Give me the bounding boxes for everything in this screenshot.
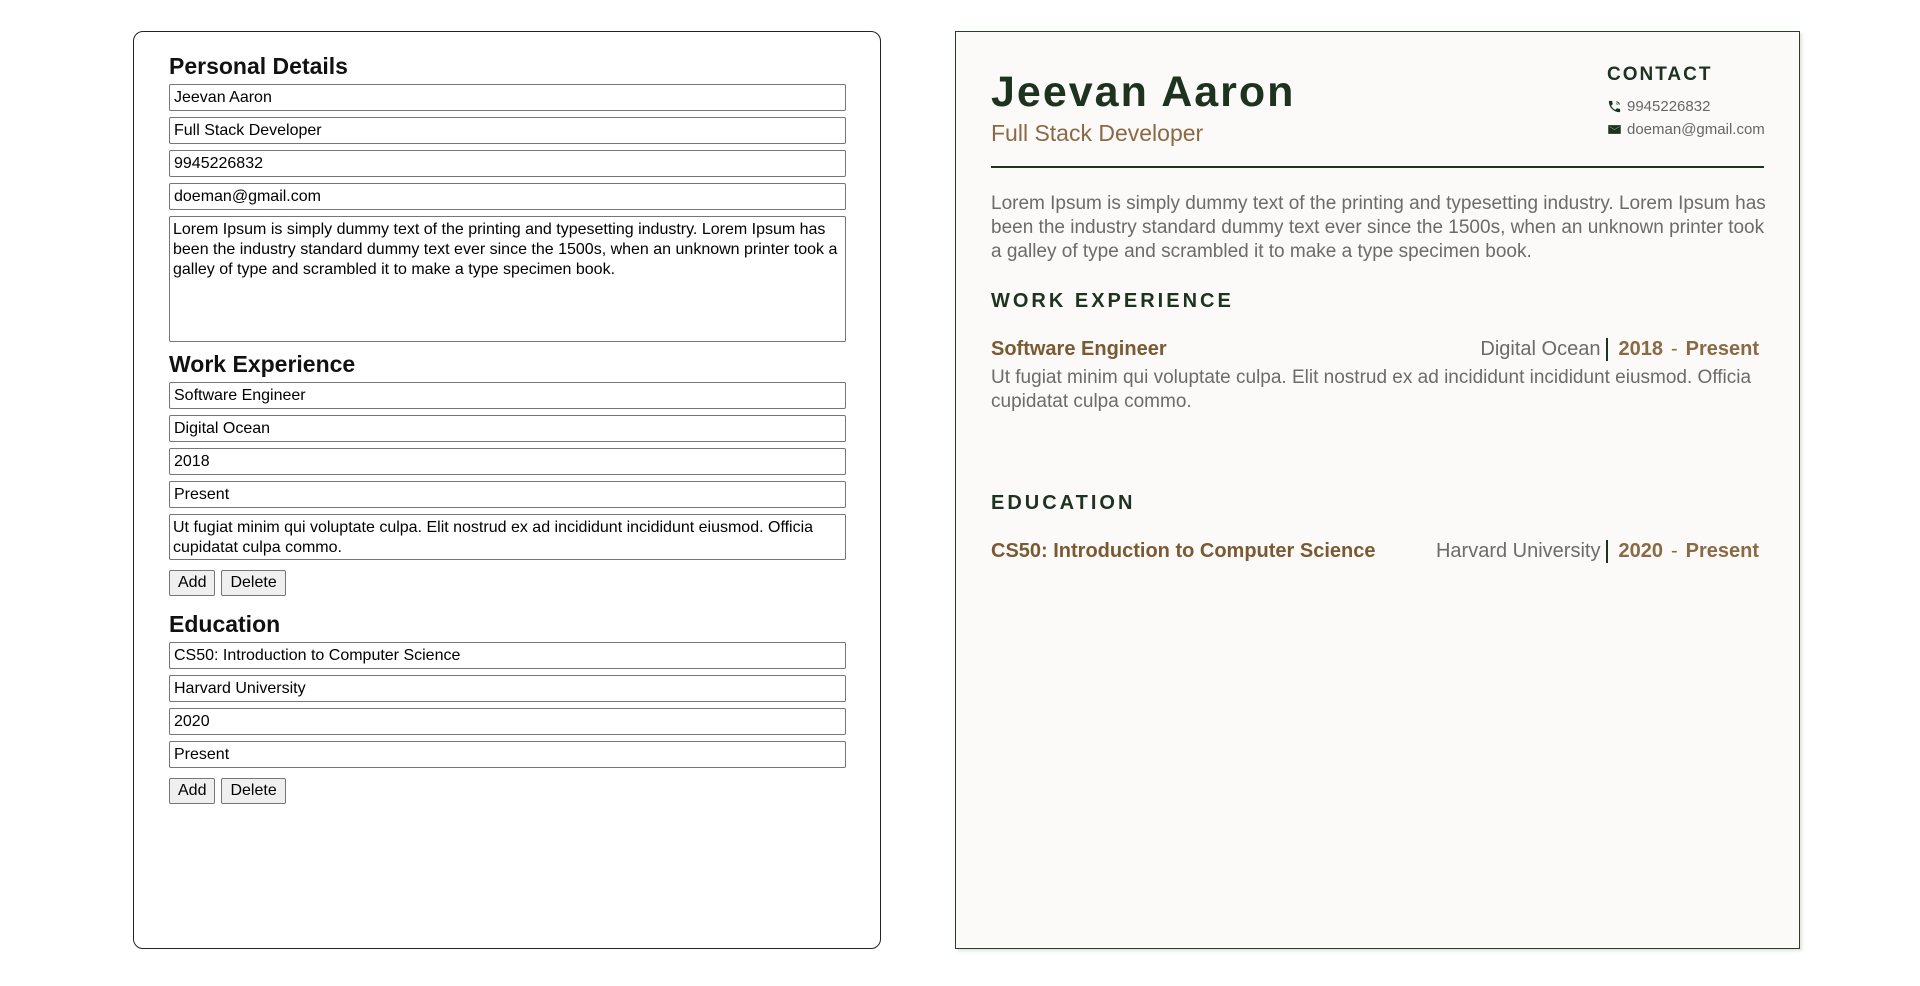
- education-entry-separator: -: [1670, 540, 1678, 562]
- education-entry-end: Present: [1685, 540, 1759, 562]
- education-entry-meta: Harvard University 2020 - Present: [1436, 540, 1759, 563]
- phone-icon: [1608, 100, 1621, 113]
- work-delete-button[interactable]: Delete: [221, 570, 286, 596]
- work-entry-end: Present: [1685, 338, 1759, 360]
- education-actions: Add Delete: [169, 778, 846, 804]
- work-entry-company: Digital Ocean: [1480, 338, 1609, 361]
- education-institution-input[interactable]: [169, 675, 846, 702]
- job-title-input[interactable]: [169, 117, 846, 144]
- email-input[interactable]: [169, 183, 846, 210]
- education-end-input[interactable]: [169, 741, 846, 768]
- resume-summary: Lorem Ipsum is simply dummy text of the …: [991, 193, 1766, 262]
- work-experience-heading: Work Experience: [169, 351, 356, 377]
- form-content: Personal Details Lorem Ipsum is simply d…: [169, 50, 846, 816]
- header-divider: [991, 166, 1764, 168]
- resume-job-title: Full Stack Developer: [991, 120, 1204, 146]
- education-entry-start: 2020: [1618, 540, 1663, 562]
- personal-details-heading: Personal Details: [169, 53, 348, 79]
- work-entry-description: Ut fugiat minim qui voluptate culpa. Eli…: [991, 367, 1752, 412]
- contact-phone: 9945226832: [1607, 95, 1787, 118]
- resume-name: Jeevan Aaron: [991, 68, 1296, 116]
- education-delete-button[interactable]: Delete: [221, 778, 286, 804]
- education-heading: Education: [169, 611, 281, 637]
- work-company-input[interactable]: [169, 415, 846, 442]
- work-description-textarea[interactable]: Ut fugiat minim qui voluptate culpa. Eli…: [169, 514, 846, 560]
- work-entry-role: Software Engineer: [991, 338, 1167, 360]
- resume-editor-form: Personal Details Lorem Ipsum is simply d…: [133, 31, 881, 949]
- work-entry-start: 2018: [1618, 338, 1663, 360]
- education-entry-header: CS50: Introduction to Computer Science H…: [991, 540, 1759, 563]
- contact-email: doeman@gmail.com: [1607, 118, 1787, 141]
- contact-email-text: doeman@gmail.com: [1627, 121, 1765, 138]
- work-experience-section-heading: WORK EXPERIENCE: [991, 290, 1234, 312]
- work-actions: Add Delete: [169, 570, 846, 596]
- education-start-input[interactable]: [169, 708, 846, 735]
- work-end-input[interactable]: [169, 481, 846, 508]
- work-entry-separator: -: [1670, 338, 1678, 360]
- contact-phone-text: 9945226832: [1627, 98, 1711, 115]
- resume-contact: CONTACT 9945226832 doeman@gmail.com: [1607, 64, 1787, 141]
- education-section-heading: EDUCATION: [991, 492, 1136, 514]
- resume-preview: Jeevan Aaron Full Stack Developer CONTAC…: [955, 31, 1800, 949]
- work-entry-meta: Digital Ocean 2018 - Present: [1480, 338, 1759, 361]
- name-input[interactable]: [169, 84, 846, 111]
- summary-textarea[interactable]: Lorem Ipsum is simply dummy text of the …: [169, 216, 846, 342]
- phone-input[interactable]: [169, 150, 846, 177]
- education-add-button[interactable]: Add: [169, 778, 216, 804]
- education-entry-course: CS50: Introduction to Computer Science: [991, 540, 1376, 562]
- mail-icon: [1608, 125, 1621, 134]
- education-course-input[interactable]: [169, 642, 846, 669]
- work-start-input[interactable]: [169, 448, 846, 475]
- work-add-button[interactable]: Add: [169, 570, 216, 596]
- work-entry-header: Software Engineer Digital Ocean 2018 - P…: [991, 338, 1759, 361]
- contact-heading: CONTACT: [1607, 64, 1713, 85]
- education-entry-institution: Harvard University: [1436, 540, 1609, 563]
- work-role-input[interactable]: [169, 382, 846, 409]
